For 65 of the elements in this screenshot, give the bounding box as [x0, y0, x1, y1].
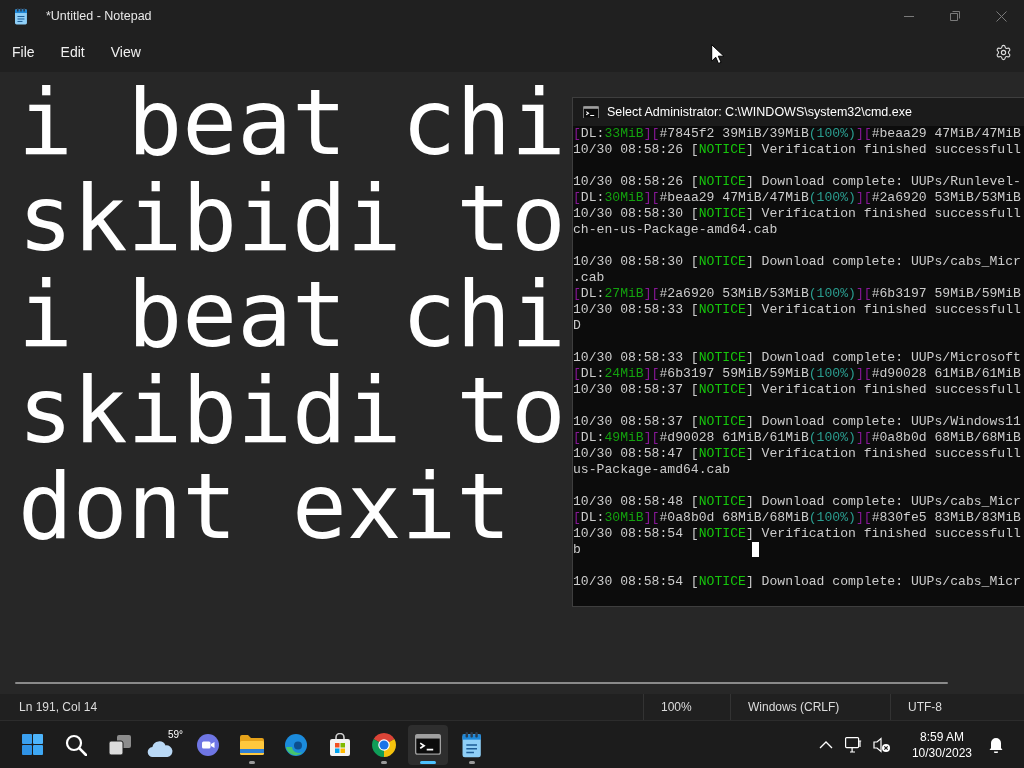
console-line: [DL:33MiB][#7845f2 39MiB/39MiB(100%)][#beaa29 47MiB/47MiB — [573, 126, 1021, 142]
clock-time: 8:59 AM — [919, 728, 964, 745]
search-icon — [65, 733, 87, 756]
notepad-icon — [14, 7, 28, 25]
terminal-icon — [583, 105, 599, 119]
console-line: 10/30 08:58:37 [NOTICE] Verification finished successfull — [573, 382, 1021, 398]
window-title: *Untitled - Notepad — [45, 9, 152, 23]
browser-swirl-icon — [284, 732, 308, 757]
chevron-up-icon — [818, 740, 833, 749]
console-line: [DL:30MiB][#beaa29 47MiB/47MiB(100%)][#2a6920 53MiB/53MiB — [573, 190, 1021, 206]
cursor-position: Ln 191, Col 14 — [18, 700, 98, 714]
console-line: 10/30 08:58:37 [NOTICE] Download complete: UUPs/Windows11 — [573, 414, 1021, 430]
console-line: [DL:30MiB][#0a8b0d 68MiB/68MiB(100%)][#830fe5 83MiB/83MiB — [573, 510, 1021, 526]
shopping-bag-icon — [328, 732, 352, 757]
notepad-icon — [461, 731, 483, 758]
console-line: 10/30 08:58:26 [NOTICE] Download complete: UUPs/Runlevel- — [573, 174, 1021, 190]
console-line: 10/30 08:58:30 [NOTICE] Download complete: UUPs/cabs_Micr — [573, 254, 1021, 270]
console-line: ch-en-us-Package-amd64.cab — [573, 222, 778, 238]
editor-text-line: i beat chi — [18, 75, 566, 171]
console-line: [DL:49MiB][#d90028 61MiB/61MiB(100%)][#0a8b0d 68MiB/68MiB — [573, 430, 1021, 446]
text-cursor-icon — [752, 542, 759, 557]
restore-icon — [950, 11, 960, 21]
console-line: D — [573, 318, 581, 334]
tricolor-circle-icon — [372, 732, 396, 757]
menu-item[interactable]: File — [4, 38, 43, 66]
settings-icon — [994, 43, 1012, 61]
four-squares-icon — [21, 734, 43, 755]
mouse-pointer-icon — [711, 44, 724, 64]
clock-date: 10/30/2023 — [911, 744, 972, 761]
speaker-muted-icon — [872, 736, 891, 753]
taskbar-app-button[interactable] — [408, 724, 448, 765]
menu-item[interactable]: Edit — [52, 38, 93, 66]
console-line: [DL:27MiB][#2a6920 53MiB/53MiB(100%)][#6b3197 59MiB/59MiB — [573, 286, 1021, 302]
console-line: 10/30 08:58:33 [NOTICE] Download complete: UUPs/Microsoft — [573, 350, 1021, 366]
cloud-icon — [147, 740, 173, 757]
terminal-icon — [415, 734, 441, 755]
console-line: 10/30 08:58:26 [NOTICE] Verification finished successfull — [573, 142, 1021, 158]
console-title: Select Administrator: C:\WINDOWS\system32\cmd.exe — [607, 105, 912, 119]
line-ending: Windows (CRLF) — [748, 700, 840, 714]
console-line: [DL:24MiB][#6b3197 59MiB/59MiB(100%)][#d90028 61MiB/61MiB — [573, 366, 1021, 382]
zoom-level: 100% — [661, 700, 692, 714]
editor-text-line: i beat chi — [18, 267, 566, 363]
console-line: 10/30 08:58:54 [NOTICE] Download complete: UUPs/cabs_Micr — [573, 574, 1021, 590]
editor-text-line: skibidi to — [18, 363, 566, 459]
weather-button[interactable]: 59° — [144, 724, 184, 765]
overlapping-squares-icon — [109, 734, 131, 755]
bell-icon — [988, 736, 1004, 753]
console-line: 10/30 08:58:33 [NOTICE] Verification finished successfull — [573, 302, 1021, 318]
folder-icon — [239, 733, 265, 756]
editor-text-line: dont exit — [18, 459, 512, 555]
close-icon — [995, 10, 1007, 22]
console-line: 10/30 08:58:30 [NOTICE] Verification finished successfull — [573, 206, 1021, 222]
console-line: 10/30 08:58:47 [NOTICE] Verification finished successfull — [573, 446, 1021, 462]
horizontal-scrollbar[interactable] — [15, 682, 948, 684]
menu-item[interactable]: View — [102, 38, 149, 66]
console-line: 10/30 08:58:54 [NOTICE] Verification finished successfull — [573, 526, 1021, 542]
monitor-icon — [844, 736, 863, 753]
minimize-icon — [904, 15, 914, 17]
encoding: UTF-8 — [908, 700, 942, 714]
editor-text-line: skibidi to — [18, 171, 566, 267]
console-line: 10/30 08:58:48 [NOTICE] Download complete: UUPs/cabs_Micr — [573, 494, 1021, 510]
console-line: .cab — [573, 270, 605, 286]
console-line: b — [573, 542, 581, 558]
video-chat-icon — [196, 732, 220, 757]
console-line: us-Package-amd64.cab — [573, 462, 731, 478]
